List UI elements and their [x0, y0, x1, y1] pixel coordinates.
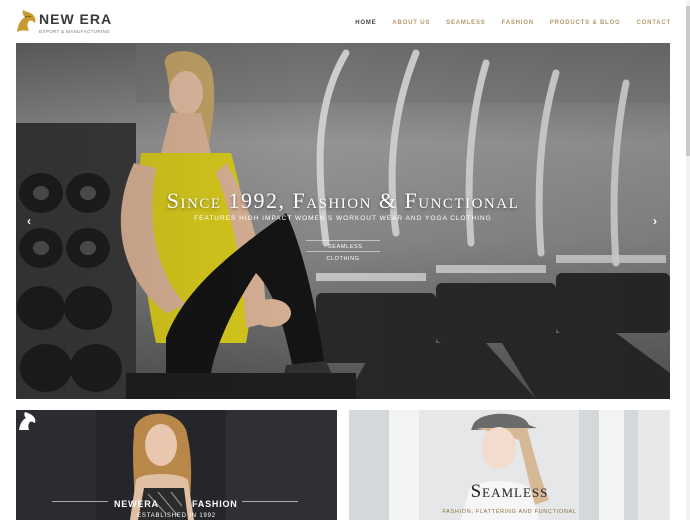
fashion-tile[interactable]: NEWERA FASHION ESTABLISHED IN 1992: [16, 410, 337, 520]
site-header: NEW ERA EXPORT & MANUFACTURING HOME ABOU…: [0, 0, 690, 44]
horse-logo-icon: [19, 412, 36, 430]
nav-about-us[interactable]: ABOUT US: [392, 20, 430, 26]
main-nav: HOME ABOUT US SEAMLESS FASHION PRODUCTS …: [339, 20, 671, 26]
divider-left: [52, 501, 108, 502]
logo-title: NEW ERA: [39, 11, 113, 27]
hero-title: Since 1992, Fashion & Functional: [166, 188, 520, 213]
fashion-model-photo: [16, 410, 337, 520]
logo-subtitle: EXPORT & MANUFACTURING: [39, 29, 111, 34]
brand-name-right: FASHION: [192, 499, 238, 509]
logo[interactable]: NEW ERA EXPORT & MANUFACTURING: [14, 8, 111, 36]
hero-subtitle: Features high impact women's workout wea…: [194, 215, 492, 222]
page-scrollbar[interactable]: [686, 0, 690, 520]
seamless-clothing-button[interactable]: · Seamless Clothing: [306, 240, 380, 262]
seamless-tile[interactable]: Seamless Fashion, Flattering and Functio…: [349, 410, 670, 520]
seamless-model-photo: [349, 410, 670, 520]
nav-fashion[interactable]: FASHION: [502, 20, 534, 26]
brand-name-left: NEWERA: [114, 499, 159, 509]
nav-contact[interactable]: CONTACT: [637, 20, 671, 26]
divider-right: [242, 501, 298, 502]
established-tagline: ESTABLISHED IN 1992: [137, 513, 216, 519]
nav-home[interactable]: HOME: [355, 20, 376, 26]
nav-products-blog[interactable]: PRODUCTS & BLOG: [550, 20, 621, 26]
scrollbar-thumb[interactable]: [686, 6, 690, 156]
seamless-title: Seamless: [470, 481, 549, 502]
hero-slider: ‹ › Since 1992, Fashion & Functional Fea…: [16, 43, 670, 399]
seamless-subtitle: Fashion, Flattering and Functional: [442, 509, 577, 515]
nav-seamless[interactable]: SEAMLESS: [446, 20, 485, 26]
horse-logo-icon: [17, 10, 36, 32]
